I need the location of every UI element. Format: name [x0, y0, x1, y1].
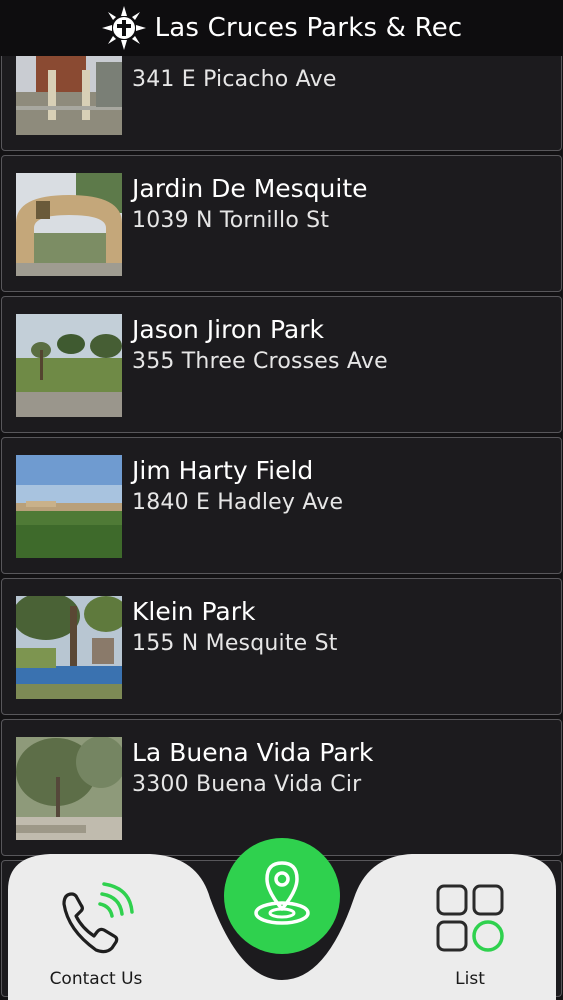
park-photo	[16, 737, 122, 840]
park-photo	[16, 455, 122, 558]
park-photo	[16, 314, 122, 417]
park-photo	[16, 596, 122, 699]
tab-contact-label: Contact Us	[49, 969, 143, 989]
park-name: Jim Harty Field	[132, 456, 314, 485]
park-photo	[16, 173, 122, 276]
park-address: 355 Three Crosses Ave	[132, 349, 388, 374]
park-address: 1039 N Tornillo St	[132, 208, 330, 233]
tab-contact-us[interactable]: Contact Us	[26, 880, 166, 989]
park-address: 1840 E Hadley Ave	[132, 490, 344, 515]
park-name: Jason Jiron Park	[132, 315, 324, 344]
park-list-item[interactable]: 341 E Picacho Ave	[1, 56, 562, 151]
map-pin-icon	[254, 861, 310, 925]
park-list-item[interactable]: Jardin De Mesquite 1039 N Tornillo St	[1, 155, 562, 292]
park-name: Jardin De Mesquite	[132, 174, 368, 203]
park-address: 3300 Buena Vida Cir	[132, 772, 362, 797]
map-button[interactable]	[224, 838, 340, 954]
park-list-item[interactable]: La Buena Vida Park 3300 Buena Vida Cir	[1, 719, 562, 856]
app-title: Las Cruces Parks & Rec	[154, 13, 463, 43]
park-address: 155 N Mesquite St	[132, 631, 338, 656]
park-name: La Buena Vida Park	[132, 738, 374, 767]
app-header: Las Cruces Parks & Rec	[0, 0, 563, 56]
phone-icon	[62, 882, 134, 954]
park-name: Klein Park	[132, 597, 256, 626]
park-address: 341 E Picacho Ave	[132, 67, 337, 92]
park-list-item[interactable]: Jason Jiron Park 355 Three Crosses Ave	[1, 296, 562, 433]
tab-list-label: List	[455, 969, 485, 989]
park-list-item[interactable]: Jim Harty Field 1840 E Hadley Ave	[1, 437, 562, 574]
bottom-navigation: Contact Us List	[0, 838, 563, 1000]
grid-icon	[436, 884, 504, 952]
park-photo	[16, 56, 122, 135]
tab-list[interactable]: List	[400, 880, 540, 989]
sun-cross-logo	[101, 6, 146, 50]
park-list-item[interactable]: Klein Park 155 N Mesquite St	[1, 578, 562, 715]
